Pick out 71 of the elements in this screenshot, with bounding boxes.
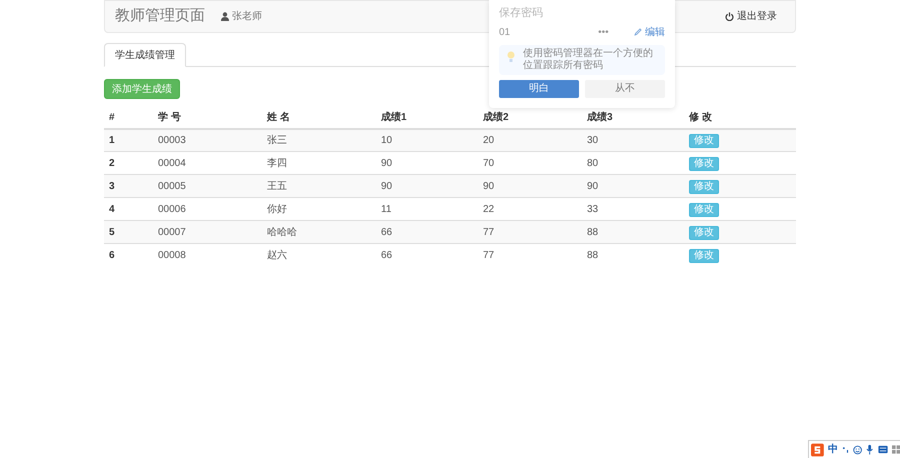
table-cell: 4 (104, 198, 153, 220)
edit-button[interactable]: 修改 (689, 156, 719, 170)
pencil-icon (634, 28, 642, 36)
popup-title: 保存密码 (499, 6, 544, 21)
table-cell: 张三 (262, 128, 376, 152)
column-header: # (104, 108, 153, 128)
table-cell: 00006 (153, 198, 262, 220)
column-header: 成绩1 (376, 108, 478, 128)
column-header: 修 改 (684, 108, 796, 128)
microphone-icon[interactable] (866, 444, 874, 455)
column-header: 成绩2 (478, 108, 582, 128)
table-cell: 66 (376, 220, 478, 244)
table-cell: 77 (478, 244, 582, 266)
table-cell: 00003 (153, 128, 262, 152)
table-cell: 22 (478, 198, 582, 220)
column-header: 学 号 (153, 108, 262, 128)
table-cell: 王五 (262, 174, 376, 198)
tip-text: 使用密码管理器在一个方便的位置跟踪所有密码 (523, 48, 654, 72)
never-button[interactable]: 从不 (585, 80, 665, 98)
column-header: 成绩3 (582, 108, 684, 128)
table-cell: 00005 (153, 174, 262, 198)
edit-button[interactable]: 修改 (689, 180, 719, 194)
user-icon (221, 12, 229, 21)
table-cell: 90 (582, 174, 684, 198)
logout-link[interactable]: 退出登录 (737, 9, 777, 24)
saved-password: ••• (598, 26, 609, 40)
smiley-icon[interactable] (853, 444, 862, 454)
confirm-button[interactable]: 明白 (499, 80, 579, 98)
table-cell: 李四 (262, 152, 376, 174)
table-cell: 10 (376, 128, 478, 152)
table-cell: 88 (582, 220, 684, 244)
table-cell: 90 (478, 174, 582, 198)
keyboard-icon[interactable] (878, 445, 888, 454)
table-cell: 70 (478, 152, 582, 174)
table-cell: 80 (582, 152, 684, 174)
add-score-button[interactable]: 添加学生成绩 (104, 79, 180, 99)
table-cell: 33 (582, 198, 684, 220)
table-cell: 77 (478, 220, 582, 244)
table-cell: 20 (478, 128, 582, 152)
table-cell: 1 (104, 128, 153, 152)
tab[interactable]: 学生成绩管理 (104, 43, 186, 67)
table-cell: 2 (104, 152, 153, 174)
table-cell: 88 (582, 244, 684, 266)
table-cell: 11 (376, 198, 478, 220)
edit-link[interactable]: 编辑 (645, 24, 665, 40)
input-mode[interactable]: 中 (828, 442, 838, 457)
table-cell: 3 (104, 174, 153, 198)
table-cell: 00004 (153, 152, 262, 174)
edit-button[interactable]: 修改 (689, 202, 719, 216)
user-name: 张老师 (232, 10, 262, 24)
power-icon (725, 12, 734, 21)
table-cell: 30 (582, 128, 684, 152)
table-cell: 6 (104, 244, 153, 266)
table-cell: 90 (376, 174, 478, 198)
edit-button[interactable]: 修改 (689, 226, 719, 240)
table-cell: 哈哈哈 (262, 220, 376, 244)
lightbulb-icon (507, 50, 515, 62)
table-cell: 你好 (262, 198, 376, 220)
grid-icon[interactable] (892, 445, 900, 454)
edit-button[interactable]: 修改 (689, 248, 719, 263)
table-cell: 5 (104, 220, 153, 244)
table-cell: 赵六 (262, 244, 376, 266)
table-cell: 00007 (153, 220, 262, 244)
table-cell: 00008 (153, 244, 262, 266)
punctuation-icon[interactable] (842, 446, 850, 454)
table-cell: 66 (376, 244, 478, 266)
edit-button[interactable]: 修改 (689, 134, 719, 148)
table-cell: 90 (376, 152, 478, 174)
brand-title[interactable]: 教师管理页面 (115, 5, 205, 28)
saved-username: 01 (499, 26, 510, 40)
column-header: 姓 名 (262, 108, 376, 128)
